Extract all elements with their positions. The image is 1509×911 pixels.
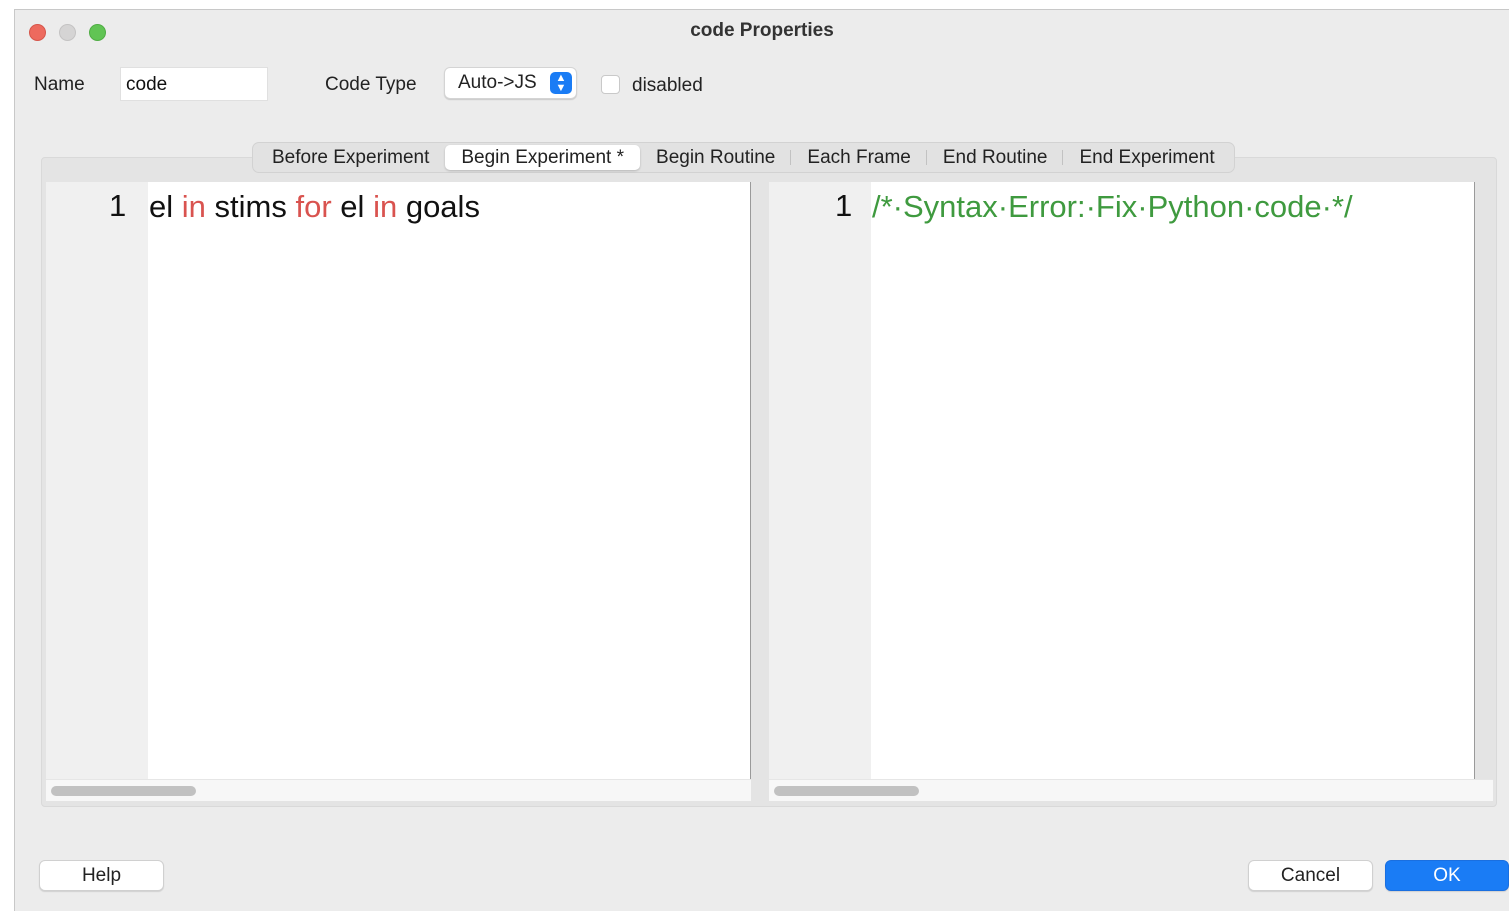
name-input[interactable]: code bbox=[120, 67, 268, 101]
chevron-updown-icon: ▲ ▼ bbox=[550, 72, 572, 94]
code-token: el bbox=[340, 189, 365, 224]
javascript-code-editor[interactable]: 1 /*·Syntax·Error:·Fix·Python·code·*/ bbox=[769, 182, 1475, 779]
python-editor-horizontal-scrollbar[interactable] bbox=[46, 779, 751, 801]
tab-begin-routine[interactable]: Begin Routine bbox=[640, 145, 792, 170]
python-code-editor[interactable]: 1 el in stims for el in goals bbox=[46, 182, 751, 779]
tab-end-experiment[interactable]: End Experiment bbox=[1063, 145, 1230, 170]
tab-before-experiment[interactable]: Before Experiment bbox=[256, 145, 445, 170]
disabled-checkbox[interactable] bbox=[601, 75, 620, 94]
window-title: code Properties bbox=[690, 20, 834, 41]
js-comment-line: /*·Syntax·Error:·Fix·Python·code·*/ bbox=[872, 189, 1353, 224]
line-number: 1 bbox=[109, 188, 127, 223]
keyword-token: for bbox=[295, 189, 332, 224]
cancel-button[interactable]: Cancel bbox=[1248, 860, 1373, 891]
tab-begin-experiment[interactable]: Begin Experiment * bbox=[445, 145, 641, 170]
code-token: stims bbox=[214, 189, 287, 224]
title-bar: code Properties bbox=[15, 10, 1509, 52]
code-token: el bbox=[149, 189, 174, 224]
line-number-gutter: 1 bbox=[46, 182, 148, 779]
line-number-gutter: 1 bbox=[769, 182, 871, 779]
keyword-token: in bbox=[181, 189, 206, 224]
js-editor-horizontal-scrollbar[interactable] bbox=[769, 779, 1493, 801]
python-code-line: el in stims for el in goals bbox=[149, 189, 480, 225]
keyword-token: in bbox=[373, 189, 398, 224]
ok-button[interactable]: OK bbox=[1385, 860, 1509, 891]
code-type-select[interactable]: Auto->JS ▲ ▼ bbox=[444, 67, 577, 99]
scrollbar-thumb[interactable] bbox=[51, 786, 196, 796]
code-type-value: Auto->JS bbox=[458, 72, 537, 93]
tab-bar: Before Experiment Begin Experiment * Beg… bbox=[252, 142, 1235, 173]
scrollbar-thumb[interactable] bbox=[774, 786, 919, 796]
code-token: goals bbox=[405, 189, 480, 224]
tab-each-frame[interactable]: Each Frame bbox=[791, 145, 928, 170]
disabled-label: disabled bbox=[632, 75, 703, 96]
tab-end-routine[interactable]: End Routine bbox=[927, 145, 1064, 170]
line-number: 1 bbox=[835, 188, 853, 223]
name-label: Name bbox=[34, 74, 85, 95]
code-type-label: Code Type bbox=[325, 74, 417, 95]
help-button[interactable]: Help bbox=[39, 860, 164, 891]
